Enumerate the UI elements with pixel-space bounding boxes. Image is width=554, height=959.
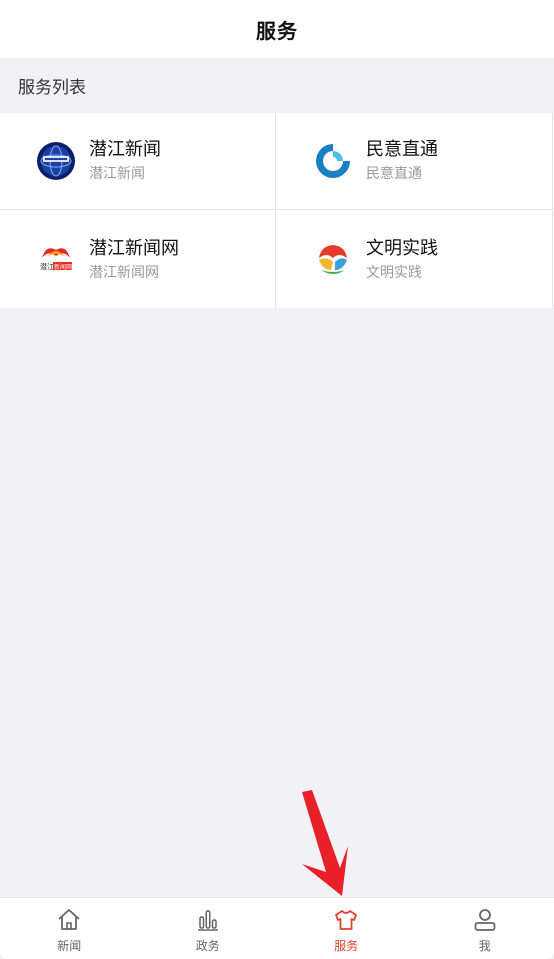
service-item-qianjiang-news-web[interactable]: 潜江 新闻网 潜江新闻网 潜江新闻网 (0, 211, 276, 308)
service-subtitle: 潜江新闻 (89, 165, 161, 183)
wenming-shijian-logo-icon (313, 240, 353, 280)
service-subtitle: 潜江新闻网 (89, 264, 179, 282)
service-name: 潜江新闻 (89, 139, 161, 161)
shirt-icon (333, 907, 359, 933)
top-bar: 服务 (0, 0, 554, 58)
tab-label: 服务 (334, 937, 358, 954)
annotation-arrow-icon (296, 790, 356, 905)
page-title: 服务 (256, 15, 298, 44)
home-icon (56, 907, 82, 933)
tab-label: 新闻 (57, 937, 81, 954)
service-name: 民意直通 (366, 139, 438, 161)
section-header: 服务列表 (0, 58, 554, 113)
tab-services[interactable]: 服务 (277, 898, 416, 959)
service-name: 潜江新闻网 (89, 238, 179, 260)
user-icon (472, 907, 498, 933)
tab-label: 我 (479, 937, 491, 954)
bar-chart-icon (195, 907, 221, 933)
qianjiang-news-logo-icon (36, 141, 76, 181)
service-name: 文明实践 (366, 238, 438, 260)
tab-me[interactable]: 我 (416, 898, 554, 959)
minyi-zhitong-logo-icon (313, 141, 353, 181)
section-title: 服务列表 (18, 73, 86, 98)
bottom-tab-bar: 新闻 政务 服务 我 (0, 897, 554, 959)
service-subtitle: 文明实践 (366, 264, 438, 282)
service-grid: 潜江新闻 潜江新闻 民意直通 民意直通 潜江 新闻网 潜江新闻网 潜江 (0, 113, 554, 308)
qianjiang-news-web-logo-icon: 潜江 新闻网 (36, 240, 76, 280)
svg-text:新闻网: 新闻网 (54, 263, 72, 271)
tab-government[interactable]: 政务 (139, 898, 278, 959)
service-subtitle: 民意直通 (366, 165, 438, 183)
tab-label: 政务 (196, 937, 220, 954)
tab-news[interactable]: 新闻 (0, 898, 139, 959)
svg-text:潜江: 潜江 (40, 262, 54, 271)
service-item-qianjiang-news[interactable]: 潜江新闻 潜江新闻 (0, 113, 276, 210)
service-item-wenming-shijian[interactable]: 文明实践 文明实践 (277, 211, 553, 308)
service-item-minyi-zhitong[interactable]: 民意直通 民意直通 (277, 113, 553, 210)
